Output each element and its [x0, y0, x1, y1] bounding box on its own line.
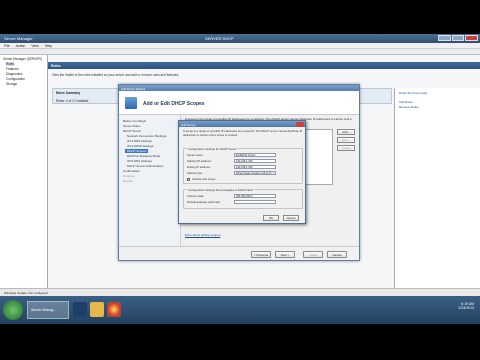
wizard-step[interactable]: Results	[123, 179, 133, 183]
wizard-step[interactable]: Before You Begin	[123, 119, 146, 123]
window-controls	[438, 35, 479, 41]
edit-scope-button[interactable]: Edit...	[337, 137, 355, 143]
window-title: Server Manager	[4, 36, 33, 41]
roles-summary-text: Roles: 0 of 17 installed	[56, 99, 89, 103]
roles-summary-help-link[interactable]: Roles Summary Help	[399, 91, 427, 95]
toolbar	[0, 49, 480, 55]
group1-label: Configuration settings for DHCP Server	[187, 147, 238, 151]
maximize-button[interactable]	[451, 35, 465, 41]
menu-view[interactable]: View	[31, 44, 39, 48]
wizard-step[interactable]: Network Connection Bindings	[127, 134, 166, 138]
tree-item-roles[interactable]: Roles	[6, 62, 15, 66]
scope-name-label: Scope name:	[187, 153, 204, 157]
main-description: View the health of the roles installed o…	[52, 73, 180, 77]
wizard-heading: Add or Edit DHCP Scopes	[143, 101, 205, 107]
default-gateway-input[interactable]	[234, 199, 276, 204]
default-gateway-label: Default gateway (optional):	[187, 200, 221, 204]
tree-item-features[interactable]: Features	[6, 67, 19, 71]
tree-item-storage[interactable]: Storage	[6, 82, 17, 86]
clock[interactable]: 6:19 AM 2/23/2013	[458, 302, 474, 310]
folder-icon[interactable]	[90, 302, 104, 317]
wizard-step[interactable]: DHCP Scopes	[125, 149, 149, 153]
dialog-description: A scope is a range of possible IP addres…	[183, 129, 303, 137]
dialog-cancel-button[interactable]: Cancel	[283, 215, 299, 221]
wizard-step[interactable]: IPv6 DNS Settings	[127, 159, 152, 163]
wizard-step[interactable]: IPv4 WINS Settings	[127, 144, 153, 148]
client-settings-group: Configuration settings that propagate to…	[183, 188, 303, 209]
wizard-buttons: < Previous Next > Install Cancel	[119, 246, 359, 262]
chrome-icon[interactable]	[107, 302, 121, 317]
add-scope-button[interactable]: Add...	[337, 129, 355, 135]
minimize-button[interactable]	[438, 35, 451, 41]
dialog-titlebar[interactable]: Add Scope	[179, 121, 305, 127]
menu-help[interactable]: Help	[45, 44, 52, 48]
close-button[interactable]	[465, 35, 479, 41]
wizard-step[interactable]: IPv4 DNS Settings	[127, 139, 152, 143]
subnet-type-select[interactable]: Wired (lease duration will be 8 days)	[234, 170, 276, 175]
activate-scope-checkbox[interactable]	[187, 177, 190, 181]
window-center-title: SERVER DHCP	[205, 36, 234, 41]
wizard-step[interactable]: DHCPv6 Stateless Mode	[127, 154, 160, 158]
menu-file[interactable]: File	[4, 44, 10, 48]
wizard-cancel-button[interactable]: Cancel	[327, 251, 347, 258]
wizard-step[interactable]: Progress	[123, 174, 135, 178]
wizard-step[interactable]: Server Roles	[123, 124, 140, 128]
wizard-step[interactable]: DHCP Server	[123, 129, 141, 133]
wizard-icon	[125, 97, 137, 109]
tree-item-configuration[interactable]: Configuration	[6, 77, 25, 81]
menu-action[interactable]: Action	[16, 44, 26, 48]
ending-ip-label: Ending IP address:	[187, 165, 211, 169]
main-header-title: Roles	[51, 63, 61, 68]
window-titlebar[interactable]: Server Manager SERVER DHCP	[0, 34, 480, 43]
add-roles-link[interactable]: Add Roles	[399, 100, 413, 104]
next-button[interactable]: Next >	[275, 251, 295, 258]
tree-item-diagnostics[interactable]: Diagnostics	[6, 72, 22, 76]
powershell-icon[interactable]	[73, 302, 87, 317]
status-text: Windows Update: Not configured	[4, 291, 48, 295]
navigation-tree: Server Manager (SERVER) Roles Features D…	[0, 55, 48, 296]
add-scope-dialog: Add Scope A scope is a range of possible…	[178, 120, 306, 224]
wizard-steps: Before You Begin Server Roles DHCP Server N…	[119, 115, 181, 246]
wizard-step[interactable]: Confirmation	[123, 169, 140, 173]
dhcp-server-settings-group: Configuration settings for DHCP Server S…	[183, 147, 303, 184]
start-button[interactable]	[3, 300, 23, 320]
taskbar-app-server-manager[interactable]: Server Manag...	[27, 301, 69, 319]
status-bar: Windows Update: Not configured	[0, 288, 480, 296]
main-header: Roles	[48, 62, 480, 69]
subnet-mask-label: Subnet mask:	[187, 194, 205, 198]
wizard-header: Add or Edit DHCP Scopes	[119, 91, 359, 115]
subnet-type-label: Subnet type:	[187, 171, 203, 175]
delete-scope-button[interactable]: Delete	[337, 145, 355, 151]
tree-item-server-manager[interactable]: Server Manager (SERVER)	[3, 57, 42, 61]
previous-button[interactable]: < Previous	[251, 251, 271, 258]
subnet-mask-input[interactable]: 255.255.255.0	[234, 193, 276, 198]
activate-scope-label: Activate this scope	[192, 177, 216, 181]
roles-summary-title: Roles Summary	[56, 91, 81, 95]
dialog-close-icon[interactable]	[296, 121, 304, 127]
group2-label: Configuration settings that propagate to…	[187, 188, 254, 192]
starting-ip-input[interactable]: 192.168.1.200	[234, 158, 276, 163]
remove-roles-link[interactable]: Remove Roles	[399, 105, 419, 109]
wizard-step[interactable]: DHCP Server Authorization	[127, 164, 163, 168]
ok-button[interactable]: OK	[263, 215, 279, 221]
ending-ip-input[interactable]: 192.168.1.240	[234, 164, 276, 169]
taskbar: Server Manag... 6:19 AM 2/23/2013	[0, 296, 480, 324]
actions-pane: Roles Summary Help Add Roles Remove Role…	[394, 88, 480, 296]
scope-name-input[interactable]: EGSMUS Scope	[234, 152, 276, 157]
starting-ip-label: Starting IP address:	[187, 159, 212, 163]
clock-date: 2/23/2013	[458, 306, 474, 310]
install-button[interactable]: Install	[303, 251, 323, 258]
more-about-scopes-link[interactable]: More about adding scopes	[185, 233, 220, 237]
